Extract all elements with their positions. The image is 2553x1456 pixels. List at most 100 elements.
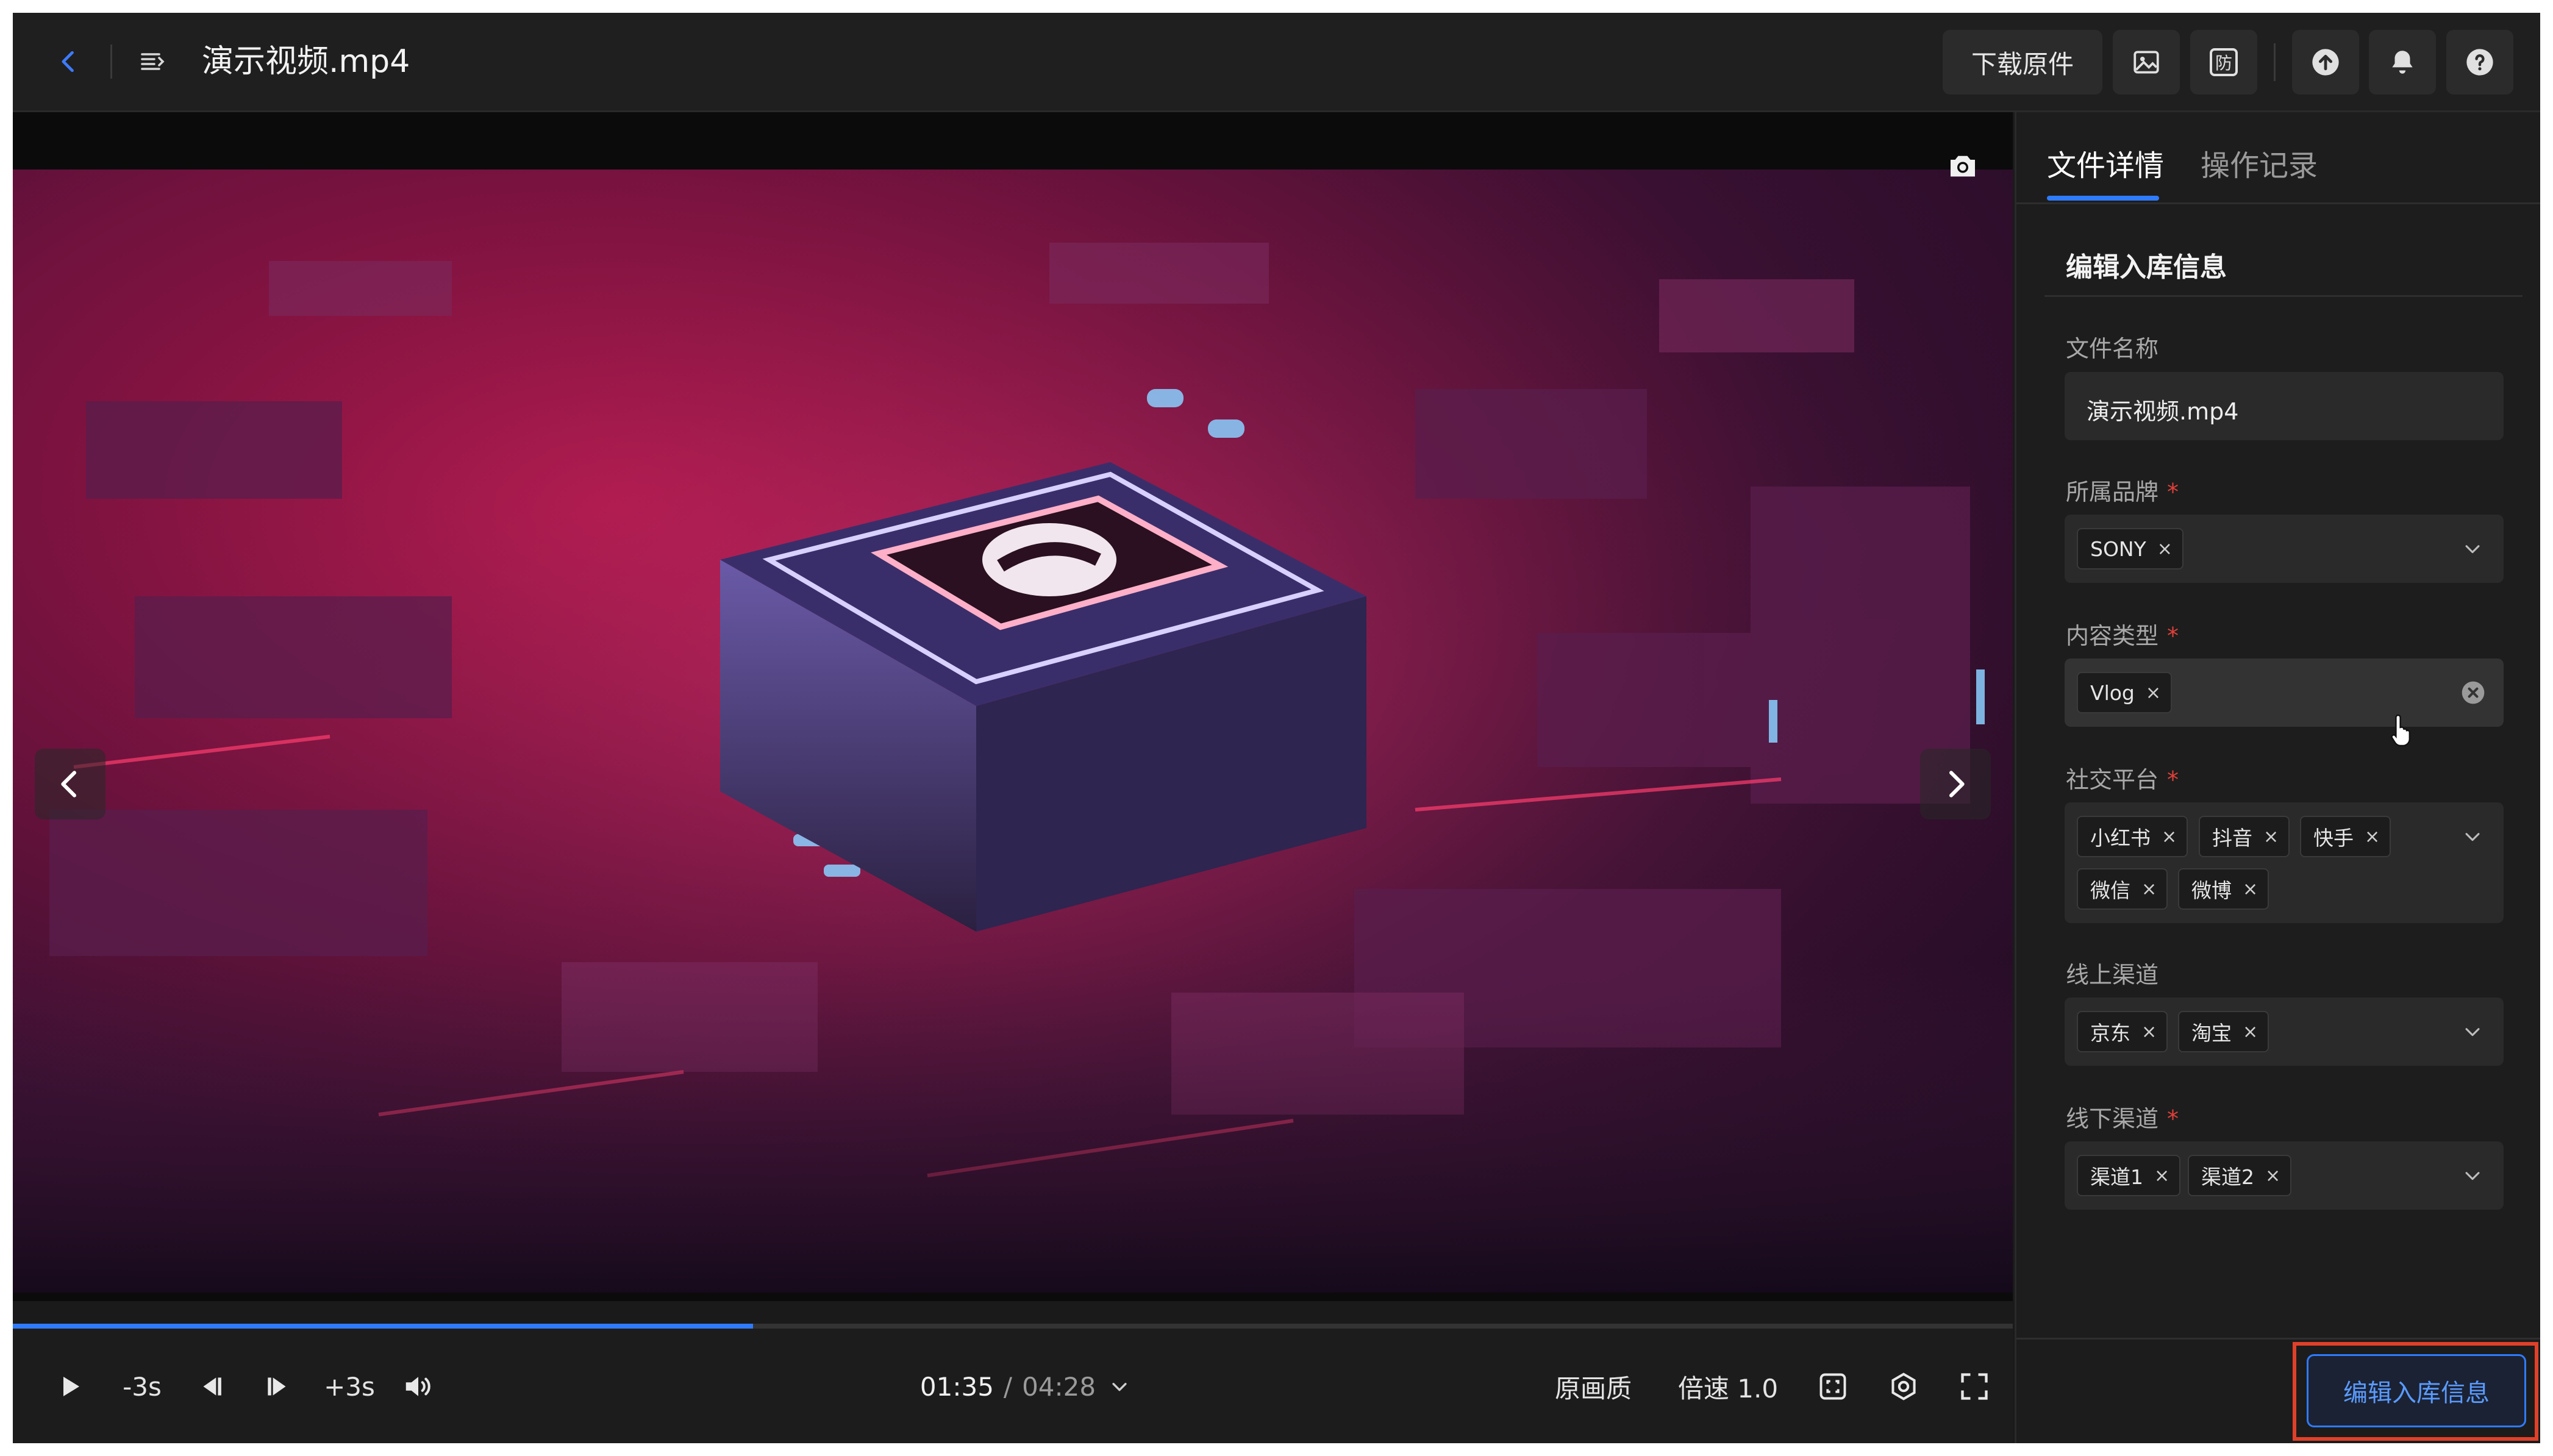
chevron-down-icon[interactable] xyxy=(2462,1021,2483,1042)
tag-channel-1: 渠道1 × xyxy=(2077,1155,2181,1196)
tag-remove-icon[interactable]: × xyxy=(2141,879,2157,900)
speed-selector[interactable]: 倍速 1.0 xyxy=(1670,1365,1786,1408)
next-arrow-button[interactable] xyxy=(1920,749,1991,819)
image-button[interactable] xyxy=(2113,30,2180,95)
required-mark: * xyxy=(2167,479,2179,505)
tag-label: 快手 xyxy=(2313,826,2354,850)
online-channel-label-text: 线上渠道 xyxy=(2066,962,2159,988)
tag-remove-icon[interactable]: × xyxy=(2141,1021,2157,1043)
tag-remove-icon[interactable]: × xyxy=(2157,538,2173,560)
app-window: 演示视频.mp4 下载原件 防 -3s +3s 01:35 / 04:28 原画… xyxy=(13,13,2540,1443)
tag-jd: 京东 × xyxy=(2077,1011,2168,1052)
time-total: 04:28 xyxy=(1022,1371,1096,1402)
time-display[interactable]: 01:35 / 04:28 xyxy=(915,1365,1135,1408)
tag-label: 微信 xyxy=(2090,879,2130,902)
tag-kuaishou: 快手 × xyxy=(2300,816,2391,857)
brand-select[interactable]: SONY × xyxy=(2065,515,2504,583)
tag-remove-icon[interactable]: × xyxy=(2265,1165,2280,1187)
screenshot-camera-icon[interactable] xyxy=(1944,148,1981,184)
tag-remove-icon[interactable]: × xyxy=(2365,826,2380,848)
tag-label: 渠道2 xyxy=(2201,1165,2254,1189)
content-type-label-text: 内容类型 xyxy=(2066,623,2159,649)
protect-button[interactable]: 防 xyxy=(2190,30,2257,95)
tag-remove-icon[interactable]: × xyxy=(2243,879,2258,900)
tag-remove-icon[interactable]: × xyxy=(2162,826,2177,848)
chevron-down-icon xyxy=(1112,1383,1127,1391)
tab-file-details[interactable]: 文件详情 xyxy=(2047,141,2164,184)
tab-operation-log[interactable]: 操作记录 xyxy=(2201,141,2318,184)
hand-cursor-icon xyxy=(2391,714,2410,747)
video-still xyxy=(13,170,2013,1293)
help-button[interactable] xyxy=(2446,30,2513,95)
file-title: 演示视频.mp4 xyxy=(202,43,410,80)
notification-button[interactable] xyxy=(2369,30,2436,95)
divider xyxy=(110,45,112,79)
file-name-input[interactable]: 演示视频.mp4 xyxy=(2065,372,2504,440)
quality-selector[interactable]: 原画质 xyxy=(1551,1365,1636,1408)
brand-label: 所属品牌 * xyxy=(2066,473,2179,507)
tag-label: 京东 xyxy=(2090,1021,2130,1045)
tag-remove-icon[interactable]: × xyxy=(2263,826,2279,848)
file-name-value: 演示视频.mp4 xyxy=(2087,398,2239,425)
play-button[interactable] xyxy=(48,1365,91,1408)
help-icon xyxy=(2466,49,2493,76)
menu-icon[interactable] xyxy=(135,43,171,80)
content-type-label: 内容类型 * xyxy=(2066,617,2179,651)
required-mark: * xyxy=(2167,1105,2179,1132)
fit-screen-button[interactable] xyxy=(1812,1365,1854,1408)
tag-label: 抖音 xyxy=(2212,826,2252,850)
offline-channel-select[interactable]: 渠道1 × 渠道2 × xyxy=(2065,1141,2504,1210)
social-platform-label-text: 社交平台 xyxy=(2066,766,2159,793)
back-icon[interactable] xyxy=(51,43,87,80)
tag-label: Vlog xyxy=(2090,680,2135,705)
view-settings-button[interactable] xyxy=(1882,1365,1925,1408)
tag-douyin: 抖音 × xyxy=(2199,816,2290,857)
video-frame[interactable] xyxy=(13,170,2013,1293)
online-channel-select[interactable]: 京东 × 淘宝 × xyxy=(2065,997,2504,1066)
tag-label: 渠道1 xyxy=(2090,1165,2143,1189)
clear-icon[interactable] xyxy=(2460,679,2487,706)
panel-tabs: 文件详情 操作记录 xyxy=(2016,112,2540,204)
social-platform-select[interactable]: 小红书 × 抖音 × 快手 × 微信 × 微博 × xyxy=(2065,802,2504,923)
skip-back-button[interactable]: -3s xyxy=(118,1365,166,1408)
bell-icon xyxy=(2392,51,2413,74)
chevron-down-icon[interactable] xyxy=(2462,538,2483,559)
tag-label: 淘宝 xyxy=(2191,1021,2232,1045)
time-separator: / xyxy=(1003,1371,1013,1402)
previous-frame-button[interactable] xyxy=(190,1365,232,1408)
next-frame-button[interactable] xyxy=(257,1365,299,1408)
tag-vlog: Vlog × xyxy=(2077,672,2173,713)
content-type-select[interactable]: Vlog × xyxy=(2065,658,2504,727)
download-original-button[interactable]: 下载原件 xyxy=(1943,30,2102,95)
eye-settings-icon xyxy=(1891,1372,1916,1401)
next-frame-icon xyxy=(268,1377,286,1396)
online-channel-label: 线上渠道 xyxy=(2066,956,2158,990)
tag-label: 微博 xyxy=(2191,879,2232,902)
top-bar: 演示视频.mp4 下载原件 防 xyxy=(13,13,2540,112)
edit-storage-info-button[interactable]: 编辑入库信息 xyxy=(2307,1354,2526,1427)
tag-weibo: 微博 × xyxy=(2178,868,2269,910)
chevron-down-icon[interactable] xyxy=(2462,1165,2483,1186)
fullscreen-button[interactable] xyxy=(1953,1365,1996,1408)
file-name-label-text: 文件名称 xyxy=(2066,335,2159,362)
tag-taobao: 淘宝 × xyxy=(2178,1011,2269,1052)
detail-panel: 文件详情 操作记录 编辑入库信息 文件名称 演示视频.mp4 所属品牌 * SON… xyxy=(2015,112,2540,1443)
tag-remove-icon[interactable]: × xyxy=(2243,1021,2258,1043)
upload-button[interactable] xyxy=(2292,30,2359,95)
tag-remove-icon[interactable]: × xyxy=(2146,682,2161,704)
time-current: 01:35 xyxy=(919,1371,994,1402)
required-mark: * xyxy=(2167,766,2179,793)
chevron-down-icon[interactable] xyxy=(2462,826,2483,847)
tab-active-indicator xyxy=(2047,196,2159,201)
volume-button[interactable] xyxy=(397,1365,440,1408)
tag-remove-icon[interactable]: × xyxy=(2154,1165,2169,1187)
fullscreen-icon xyxy=(1961,1373,1988,1400)
divider xyxy=(2274,43,2276,81)
skip-forward-button[interactable]: +3s xyxy=(324,1365,375,1408)
progress-bar[interactable] xyxy=(13,1324,2013,1329)
video-player[interactable] xyxy=(13,112,2013,1301)
tag-xiaohongshu: 小红书 × xyxy=(2077,816,2188,857)
previous-arrow-button[interactable] xyxy=(35,749,105,819)
tag-label: SONY xyxy=(2090,537,2146,561)
image-icon xyxy=(2133,51,2159,74)
